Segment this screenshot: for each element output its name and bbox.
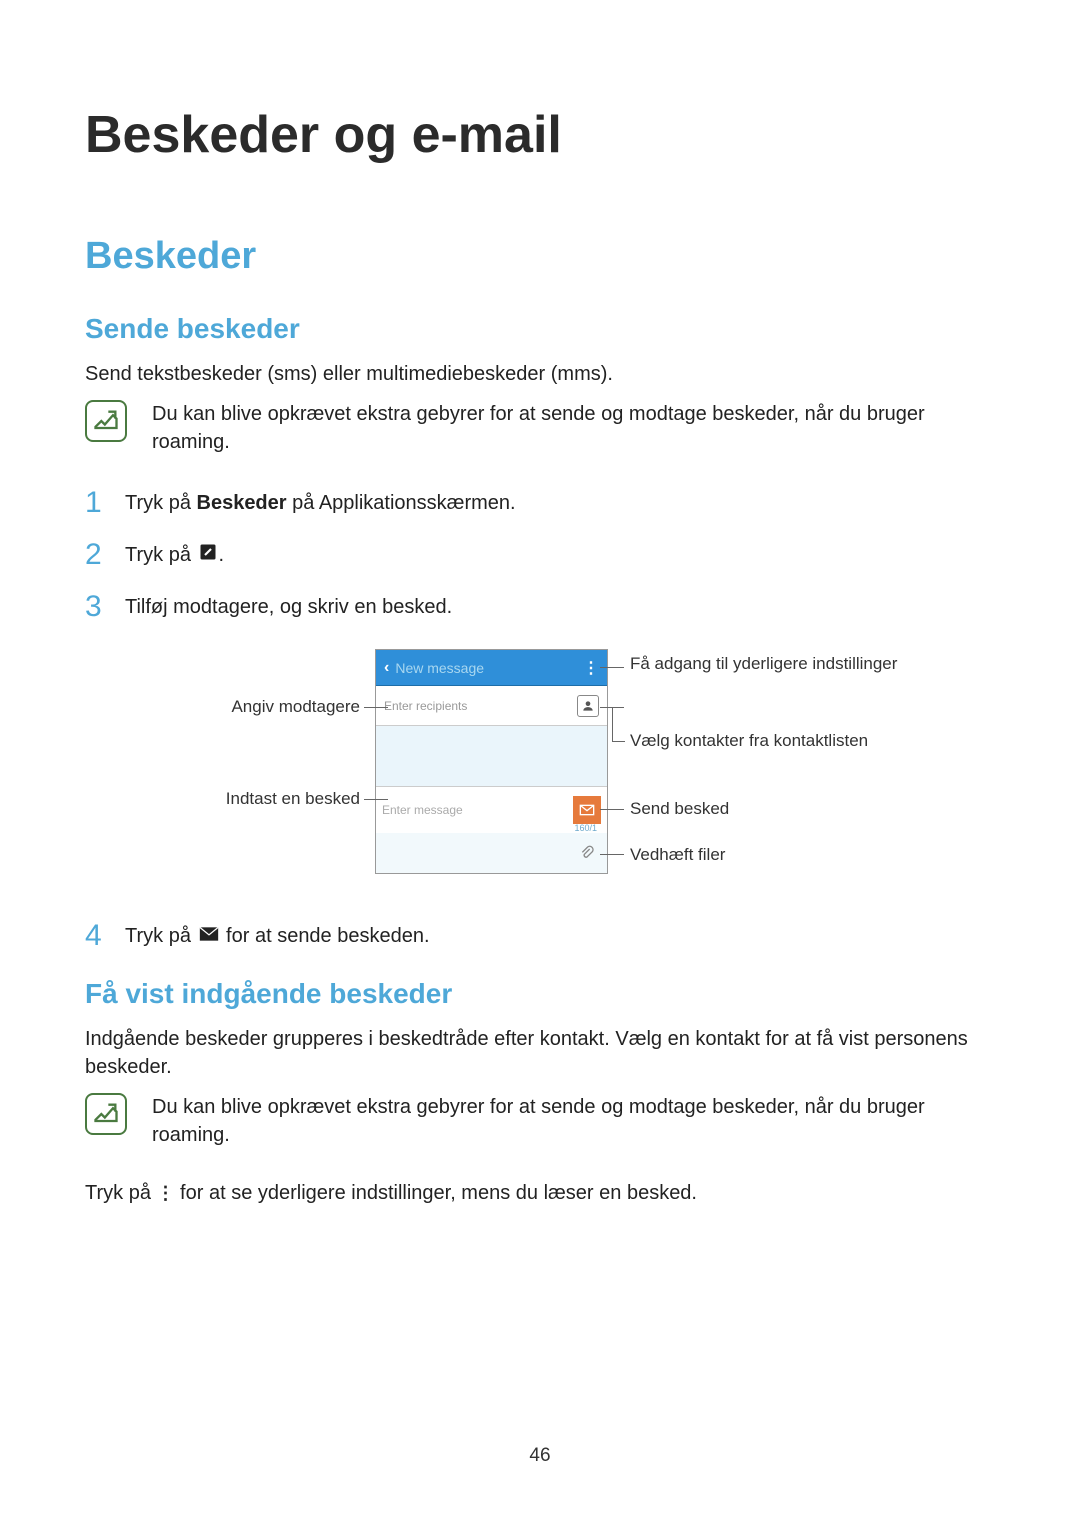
step-number: 1 [85,486,125,520]
compose-icon [199,541,217,569]
step-item: 1 Tryk på Beskeder på Applikationsskærme… [85,486,995,520]
ui-body-area [376,726,607,786]
page-number: 46 [0,1445,1080,1467]
callout-label: Indtast en besked [180,789,360,809]
step-item: 2 Tryk på . [85,538,995,572]
step-text: Tilføj modtagere, og skriv en besked. [125,593,452,621]
intro-text: Send tekstbeskeder (sms) eller multimedi… [85,360,995,388]
callout-line [600,667,624,668]
callout-label: Send besked [630,799,830,819]
step-list: 1 Tryk på Beskeder på Applikationsskærme… [85,486,995,624]
step-item: 3 Tilføj modtagere, og skriv en besked. [85,590,995,624]
back-icon: ‹ [384,659,389,677]
step-text: Tryk på Beskeder på Applikationsskærmen. [125,489,516,517]
subsection-heading: Få vist indgående beskeder [85,978,995,1010]
step-number: 4 [85,919,125,953]
note-text: Du kan blive opkrævet ekstra gebyrer for… [152,1093,995,1149]
step-text: Tryk på . [125,541,224,570]
ui-footer [376,833,607,873]
ui-header-title: New message [395,660,484,676]
ui-message-placeholder: Enter message [382,803,463,817]
send-icon [573,796,601,824]
step-text: Tryk på for at sende beskeden. [125,922,430,951]
subsection-heading: Sende beskeder [85,313,995,345]
section-heading: Beskeder [85,235,995,278]
attach-icon [577,843,597,863]
callout-label: Vælg kontakter fra kontaktlisten [630,731,910,751]
callout-label: Vedhæft filer [630,845,830,865]
note-block: Du kan blive opkrævet ekstra gebyrer for… [85,1093,995,1149]
note-block: Du kan blive opkrævet ekstra gebyrer for… [85,400,995,456]
ui-header: ‹ New message ⋮ [376,650,607,686]
page-title: Beskeder og e-mail [85,105,995,165]
step-number: 2 [85,538,125,572]
callout-line [364,707,388,708]
ui-recipients-placeholder: Enter recipients [384,699,467,713]
callout-line [612,741,625,742]
step-list-continued: 4 Tryk på for at sende beskeden. [85,919,995,953]
note-icon [85,1093,127,1135]
ui-input-row: Enter message [376,786,607,833]
phone-ui-mock: ‹ New message ⋮ Enter recipients Enter m… [375,649,608,874]
send-envelope-icon [199,922,219,950]
callout-label: Få adgang til yderligere indstillinger [630,654,910,674]
callout-label: Angiv modtagere [200,697,360,717]
callout-line [612,707,613,742]
body-text: Tryk på ⋮ for at se yderligere indstilli… [85,1179,995,1207]
more-icon: ⋮ [583,658,599,678]
step-number: 3 [85,590,125,624]
callout-line [600,809,624,810]
callout-line [600,854,624,855]
screenshot-diagram: ‹ New message ⋮ Enter recipients Enter m… [150,649,930,889]
note-text: Du kan blive opkrævet ekstra gebyrer for… [152,400,995,456]
callout-line [364,799,388,800]
ui-char-counter: 160/1 [574,823,597,833]
contact-picker-icon [577,695,599,717]
step-item: 4 Tryk på for at sende beskeden. [85,919,995,953]
more-vertical-icon: ⋮ [157,1181,175,1206]
body-text: Indgående beskeder grupperes i beskedtrå… [85,1025,995,1081]
note-icon [85,400,127,442]
ui-recipients-row: Enter recipients [376,686,607,726]
